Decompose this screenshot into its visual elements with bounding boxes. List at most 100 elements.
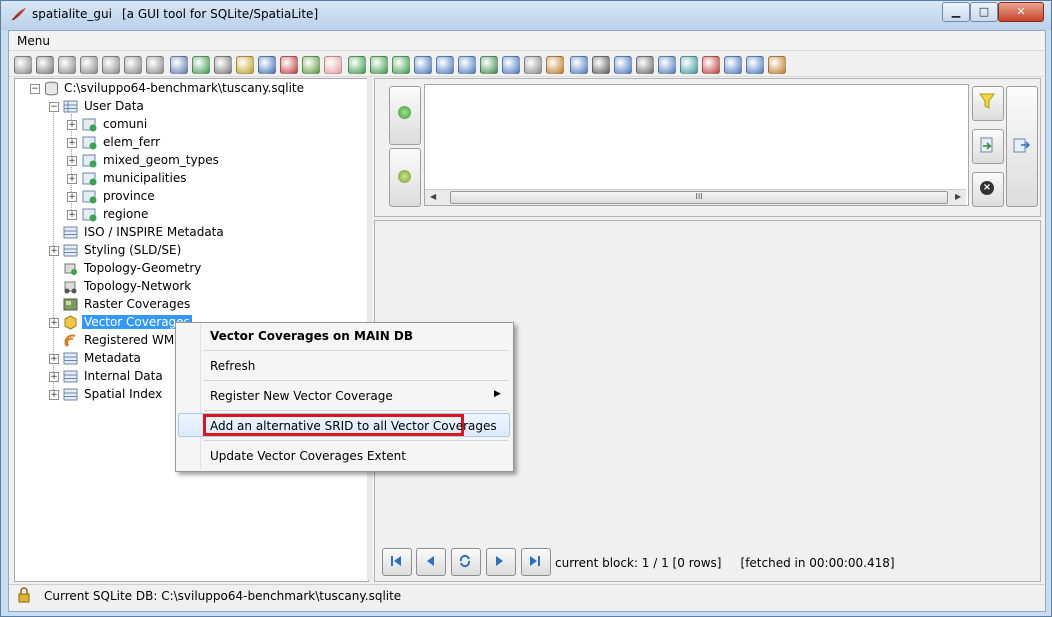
toolbar-button-icon[interactable]	[324, 56, 342, 74]
toolbar-button-icon[interactable]	[392, 56, 410, 74]
expand-toggle[interactable]: +	[49, 390, 59, 400]
geometry-table-icon	[82, 190, 97, 204]
tree-table-mixed-geom-types[interactable]: mixed_geom_types	[103, 153, 219, 167]
first-icon	[391, 556, 401, 566]
maximize-button[interactable]: □	[970, 2, 998, 22]
tree-table-municipalities[interactable]: municipalities	[103, 171, 186, 185]
context-menu-header: Vector Coverages on MAIN DB	[210, 329, 414, 343]
menu-item-refresh[interactable]: Refresh	[210, 359, 255, 373]
close-button[interactable]: ✕	[998, 2, 1044, 22]
toolbar-button-icon[interactable]	[14, 56, 32, 74]
root-collapse-toggle[interactable]: −	[30, 84, 40, 94]
expand-toggle[interactable]: +	[67, 174, 77, 184]
menu-separator	[204, 410, 508, 411]
toolbar-button-icon[interactable]	[302, 56, 320, 74]
toolbar-button-icon[interactable]	[768, 56, 786, 74]
tree-node-iso-metadata[interactable]: ISO / INSPIRE Metadata	[84, 225, 224, 239]
expand-toggle[interactable]: +	[67, 120, 77, 130]
geometry-table-icon	[82, 172, 97, 186]
menu-item-register-vector-coverage[interactable]: Register New Vector Coverage	[210, 389, 393, 403]
tree-node-spatial-index[interactable]: Spatial Index	[84, 387, 162, 401]
toolbar-button-icon[interactable]	[436, 56, 454, 74]
tree-node-registered-wms[interactable]: Registered WMS l	[84, 333, 189, 347]
toolbar-button-icon[interactable]	[502, 56, 520, 74]
clear-icon: ×	[980, 181, 994, 195]
toolbar-button-icon[interactable]	[414, 56, 432, 74]
scroll-right-arrow[interactable]: ▶	[955, 192, 961, 201]
expand-toggle[interactable]: +	[67, 138, 77, 148]
toolbar-button-icon[interactable]	[36, 56, 54, 74]
wms-icon	[64, 334, 76, 347]
toolbar-button-icon[interactable]	[214, 56, 232, 74]
tree-node-topology-geometry[interactable]: Topology-Geometry	[84, 261, 201, 275]
toolbar-button-icon[interactable]	[370, 56, 388, 74]
raster-icon	[63, 298, 78, 311]
toolbar-button-icon[interactable]	[146, 56, 164, 74]
toolbar-button-icon[interactable]	[280, 56, 298, 74]
minimize-button[interactable]: ▁	[942, 2, 970, 22]
menu-item-add-alternative-srid[interactable]: Add an alternative SRID to all Vector Co…	[210, 419, 497, 433]
feather-icon	[11, 8, 26, 21]
tree-table-regione[interactable]: regione	[103, 207, 148, 221]
load-file-icon	[980, 137, 993, 153]
toolbar-button-icon[interactable]	[170, 56, 188, 74]
toolbar-button-icon[interactable]	[546, 56, 564, 74]
tree-root-db[interactable]: C:\sviluppo64-benchmark\tuscany.sqlite	[64, 81, 304, 95]
tree-node-user-data[interactable]: User Data	[84, 99, 144, 113]
toolbar-button-icon[interactable]	[636, 56, 654, 74]
expand-toggle[interactable]: +	[49, 318, 59, 328]
toolbar-button-icon[interactable]	[458, 56, 476, 74]
menu-bar	[9, 31, 1044, 51]
toolbar-button-icon[interactable]	[724, 56, 742, 74]
toolbar-button-icon[interactable]	[124, 56, 142, 74]
tree-node-raster-coverages[interactable]: Raster Coverages	[84, 297, 190, 311]
sql-editor[interactable]	[424, 84, 969, 206]
geometry-table-icon	[82, 118, 97, 132]
tree-node-internal-data[interactable]: Internal Data	[84, 369, 163, 383]
tree-node-styling[interactable]: Styling (SLD/SE)	[84, 243, 181, 257]
tree-node-topology-network[interactable]: Topology-Network	[84, 279, 191, 293]
expand-toggle[interactable]: +	[49, 354, 59, 364]
user-data-collapse-toggle[interactable]: −	[49, 102, 59, 112]
toolbar-button-icon[interactable]	[746, 56, 764, 74]
menu-item-update-extent[interactable]: Update Vector Coverages Extent	[210, 449, 406, 463]
database-icon	[45, 81, 58, 96]
toolbar-button-icon[interactable]	[702, 56, 720, 74]
toolbar-button-icon[interactable]	[570, 56, 588, 74]
toolbar-button-icon[interactable]	[58, 56, 76, 74]
expand-toggle[interactable]: +	[49, 246, 59, 256]
sql-scroll-thumb[interactable]: III	[450, 191, 948, 204]
toolbar-button-icon[interactable]	[192, 56, 210, 74]
toolbar-button-icon[interactable]	[80, 56, 98, 74]
toolbar-button-icon[interactable]	[680, 56, 698, 74]
scroll-left-arrow[interactable]: ◀	[430, 192, 436, 201]
toolbar-button-icon[interactable]	[592, 56, 610, 74]
last-icon	[530, 556, 540, 566]
toolbar-button-icon[interactable]	[258, 56, 276, 74]
tree-table-elem-ferr[interactable]: elem_ferr	[103, 135, 160, 149]
toolbar-button-icon[interactable]	[348, 56, 366, 74]
tree-table-province[interactable]: province	[103, 189, 155, 203]
tree-node-metadata[interactable]: Metadata	[84, 351, 141, 365]
vector-coverage-icon	[64, 315, 77, 330]
expand-toggle[interactable]: +	[67, 156, 77, 166]
lock-icon	[18, 587, 30, 603]
toolbar-button-icon[interactable]	[480, 56, 498, 74]
toolbar-button-icon[interactable]	[614, 56, 632, 74]
toolbar-button-icon[interactable]	[524, 56, 542, 74]
expand-toggle[interactable]: +	[67, 210, 77, 220]
toolbar-button-icon[interactable]	[658, 56, 676, 74]
menu-item-menu[interactable]: Menu	[17, 34, 50, 48]
toolbar-button-icon[interactable]	[102, 56, 120, 74]
history-icon	[398, 170, 411, 183]
status-db-path: Current SQLite DB: C:\sviluppo64-benchma…	[44, 589, 402, 603]
expand-toggle[interactable]: +	[49, 372, 59, 382]
topology-icon	[64, 263, 77, 275]
next-icon	[496, 556, 503, 566]
tree-table-comuni[interactable]: comuni	[103, 117, 147, 131]
expand-toggle[interactable]: +	[67, 192, 77, 202]
spatial-index-icon	[63, 388, 78, 401]
styling-table-icon	[63, 244, 78, 257]
toolbar-button-icon[interactable]	[236, 56, 254, 74]
submenu-arrow-icon: ▶	[494, 389, 501, 399]
